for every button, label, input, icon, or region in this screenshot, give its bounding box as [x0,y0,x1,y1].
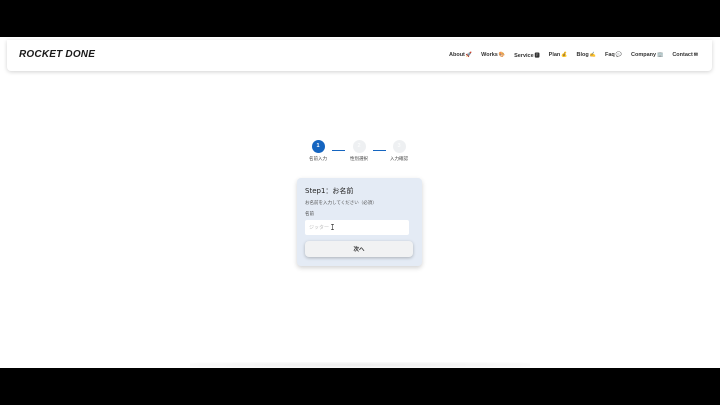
step-2-circle: 2 [352,140,366,153]
site-header: ROCKET DONE About🚀 Works🎨 Service🅿 Plan💰… [7,40,712,71]
nav-item-about[interactable]: About🚀 [449,52,472,59]
next-button[interactable]: 次へ [305,241,413,257]
form-stepper: 1 名前入力 2 性別選択 3 入力確認 [300,140,420,170]
name-input[interactable] [305,220,409,235]
nav-item-plan[interactable]: Plan💰 [549,52,568,59]
step-2: 2 性別選択 [346,140,372,162]
step-2-label: 性別選択 [350,157,368,162]
step-3-circle: 3 [392,140,406,153]
step-3-label: 入力確認 [390,157,408,162]
speech-bubble-icon: 💬 [615,52,623,58]
nav-item-faq[interactable]: Faq💬 [605,52,622,59]
form-description: お名前を入力してください（必須） [305,201,377,206]
step-1: 1 名前入力 [305,140,331,162]
writing-hand-icon: ✍ [589,52,596,58]
step-1-circle: 1 [311,140,325,153]
step-connector-2 [373,150,386,151]
step-connector-1 [332,150,345,151]
service-icon: 🅿 [534,53,540,59]
site-logo[interactable]: ROCKET DONE [19,49,95,60]
money-bag-icon: 💰 [561,52,568,58]
name-form-card: Step1：お名前 お名前を入力してください（必須） 名前 次へ [297,178,422,266]
text-cursor-icon [331,224,334,230]
step-1-label: 名前入力 [309,157,327,162]
nav-item-blog[interactable]: Blog✍ [577,52,596,59]
nav-item-company[interactable]: Company🏢 [631,52,663,59]
nav-item-works[interactable]: Works🎨 [481,52,505,59]
step-3: 3 入力確認 [386,140,412,162]
rocket-icon: 🚀 [465,52,473,58]
nav-item-contact[interactable]: Contact✉ [672,52,698,59]
form-title: Step1：お名前 [305,187,354,195]
office-building-icon: 🏢 [657,52,664,58]
envelope-icon: ✉ [693,52,698,58]
page-viewport: ROCKET DONE About🚀 Works🎨 Service🅿 Plan💰… [0,37,720,368]
name-field-label: 名前 [305,212,314,217]
main-nav: About🚀 Works🎨 Service🅿 Plan💰 Blog✍ Faq💬 … [449,52,698,59]
palette-icon: 🎨 [498,52,506,58]
footer-shadow [190,362,530,368]
nav-item-service[interactable]: Service🅿 [514,52,540,59]
